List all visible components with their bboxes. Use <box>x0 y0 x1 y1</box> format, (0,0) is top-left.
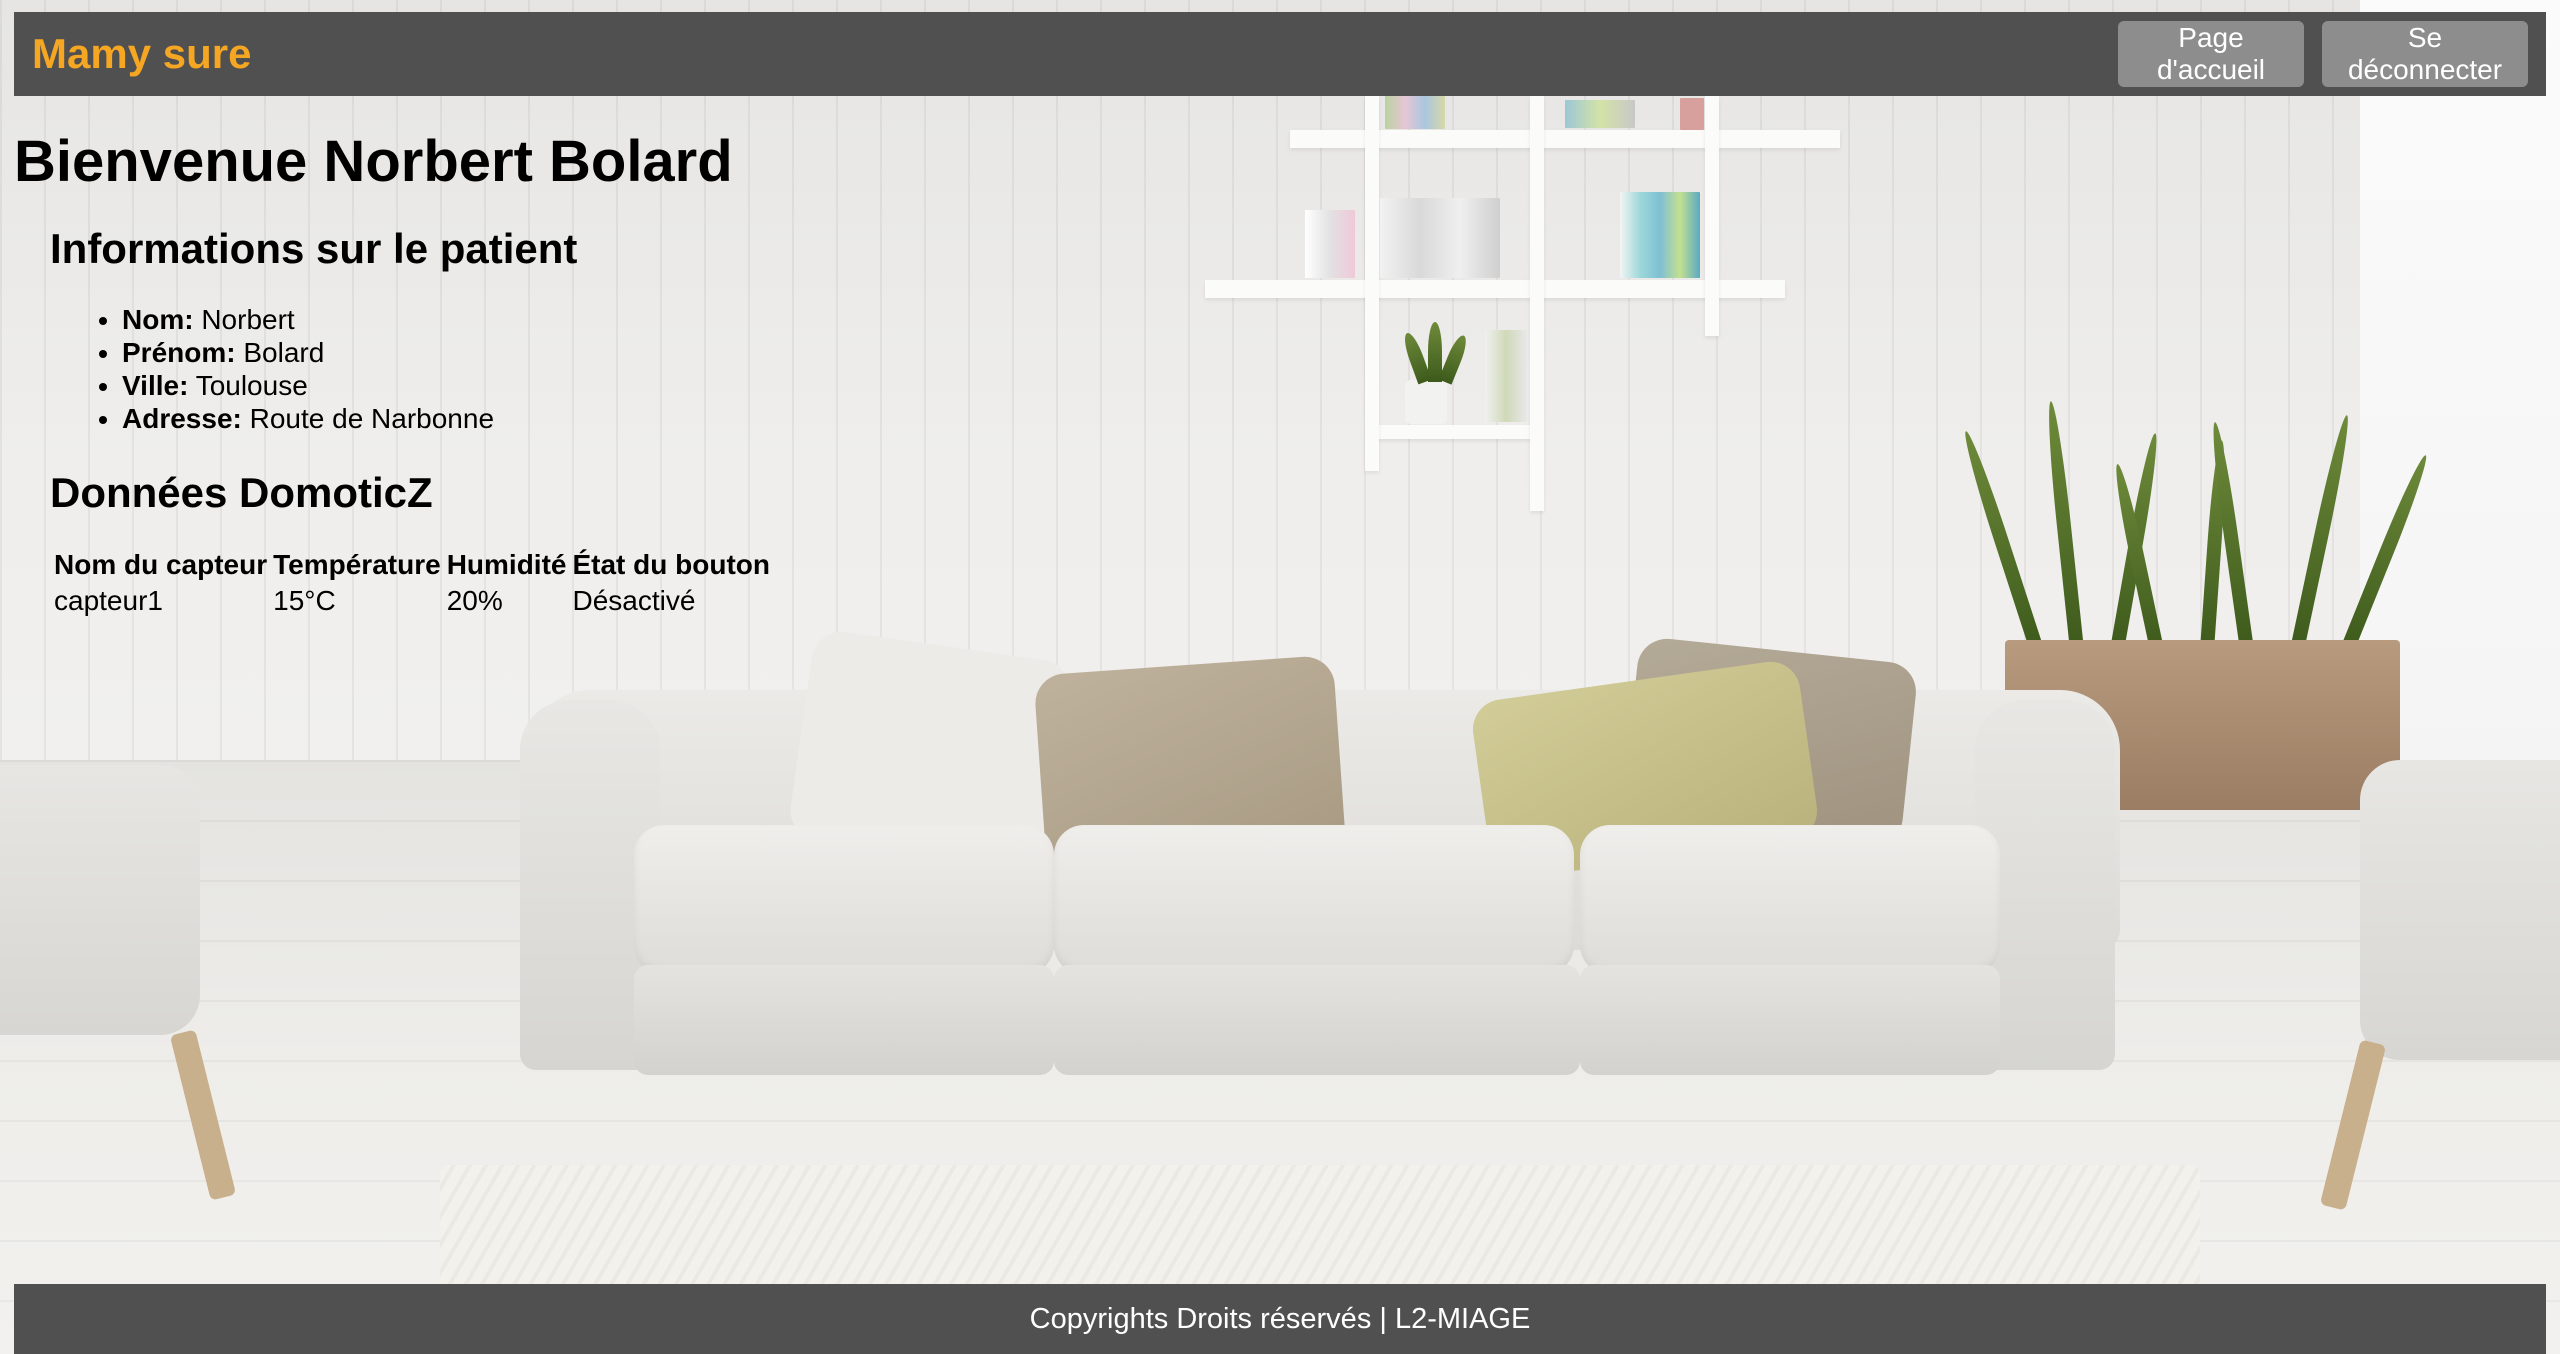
background-sofa-base <box>634 965 1054 1075</box>
humidity-cell: 20% <box>446 585 503 616</box>
field-value: Route de Narbonne <box>249 403 495 434</box>
table-row: capteur1 15°C 20% Désactivé <box>54 585 770 617</box>
background-books <box>1620 192 1700 278</box>
field-label: Nom: <box>122 304 194 335</box>
background-sofa-seat <box>634 825 1054 975</box>
background-plant-pot <box>1405 380 1447 424</box>
background-shelf <box>1705 96 1719 336</box>
background-books <box>1385 95 1445 129</box>
domoticz-section: Données DomoticZ Nom du capteur Températ… <box>50 469 776 621</box>
background-chair <box>2360 760 2560 1060</box>
field-value: Bolard <box>243 337 325 368</box>
field-label: Prénom: <box>122 337 236 368</box>
background-books <box>1485 330 1527 422</box>
patient-field-adresse: Adresse: Route de Narbonne <box>122 402 776 435</box>
field-value: Norbert <box>201 304 295 335</box>
background-sofa-base <box>1054 965 1580 1075</box>
main-content: Bienvenue Norbert Bolard Informations su… <box>14 128 776 621</box>
patient-field-prenom: Prénom: Bolard <box>122 336 776 369</box>
patient-info-title: Informations sur le patient <box>50 225 578 272</box>
footer: Copyrights Droits réservés | L2-MIAGE <box>14 1284 2546 1354</box>
field-label: Adresse: <box>122 403 242 434</box>
patient-info-section: Informations sur le patient Nom: Norbert… <box>50 225 776 435</box>
background-shelf <box>1365 96 1379 471</box>
patient-field-nom: Nom: Norbert <box>122 303 776 336</box>
background-shelf <box>1205 280 1785 298</box>
nav-buttons: Page d'accueil Se déconnecter <box>2118 21 2528 87</box>
footer-copyright: Copyrights Droits réservés | L2-MIAGE <box>1029 1302 1531 1335</box>
column-header: Humidité <box>446 549 567 580</box>
top-navbar: Mamy sure Page d'accueil Se déconnecter <box>14 12 2546 96</box>
column-header: Nom du capteur <box>54 549 268 580</box>
column-header: État du bouton <box>572 549 770 580</box>
logout-button[interactable]: Se déconnecter <box>2322 21 2528 87</box>
home-button[interactable]: Page d'accueil <box>2118 21 2304 87</box>
patient-info-list: Nom: Norbert Prénom: Bolard Ville: Toulo… <box>50 303 776 435</box>
background-books <box>1565 100 1635 128</box>
column-header: Température <box>273 549 441 580</box>
background-books <box>1680 98 1704 130</box>
background-books <box>1305 210 1355 278</box>
button-state-cell: Désactivé <box>572 585 696 616</box>
background-chair <box>0 765 200 1035</box>
background-books <box>1380 198 1500 278</box>
field-value: Toulouse <box>195 370 308 401</box>
background-sofa-seat <box>1580 825 2000 975</box>
patient-field-ville: Ville: Toulouse <box>122 369 776 402</box>
field-label: Ville: <box>122 370 189 401</box>
background-sofa-base <box>1580 965 2000 1075</box>
background-shelf <box>1530 96 1544 511</box>
welcome-heading: Bienvenue Norbert Bolard <box>14 129 733 194</box>
sensor-name-cell: capteur1 <box>54 585 163 616</box>
brand-logo-text[interactable]: Mamy sure <box>32 30 251 78</box>
temperature-cell: 15°C <box>273 585 336 616</box>
sensor-table: Nom du capteur Température Humidité État… <box>48 545 776 621</box>
background-sofa-seat <box>1054 825 1574 975</box>
table-header-row: Nom du capteur Température Humidité État… <box>54 549 770 581</box>
domoticz-title: Données DomoticZ <box>50 469 433 516</box>
background-shelf <box>1370 425 1535 439</box>
